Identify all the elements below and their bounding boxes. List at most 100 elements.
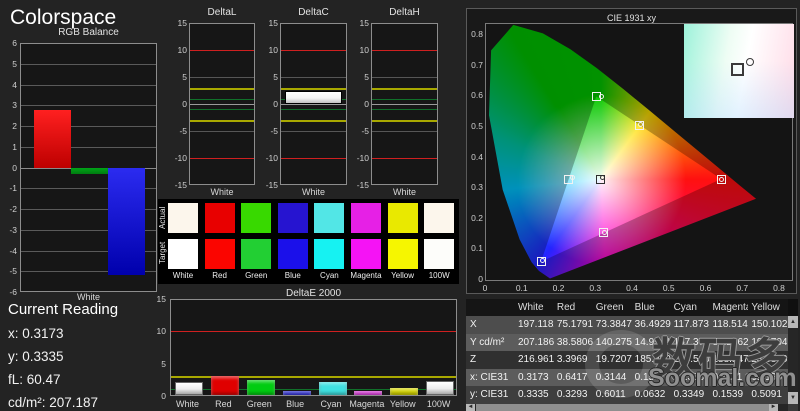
delta-x-label: White bbox=[301, 187, 325, 197]
cie-x-tick: 0.3 bbox=[589, 283, 602, 293]
deltae-bar-cyan bbox=[318, 382, 347, 395]
cie-y-tick: 0.5 bbox=[471, 121, 483, 131]
deltae-x-label: 100W bbox=[426, 399, 451, 409]
table-cell-cyan: 0.3349 bbox=[673, 389, 705, 401]
colorspace-screen: Colorspace RGB Balance White Current Rea… bbox=[0, 0, 800, 411]
table-header-cyan: Cyan bbox=[673, 302, 697, 313]
inset-target-square-marker bbox=[731, 63, 744, 76]
table-cell-magenta: 0.1539 bbox=[712, 389, 744, 401]
rgb-y-tick: 5 bbox=[12, 58, 17, 69]
cie-x-tick: 0.4 bbox=[626, 283, 638, 293]
table-header-green: Green bbox=[595, 302, 624, 313]
rgb-balance-chart bbox=[20, 43, 157, 292]
table-vertical-scrollbar[interactable] bbox=[788, 316, 798, 404]
delta-y-tick: 0 bbox=[364, 99, 369, 109]
rgb-y-tick: -3 bbox=[9, 224, 17, 235]
delta-chart-title-deltah: DeltaH bbox=[389, 7, 420, 18]
cie-y-tick: 0.4 bbox=[471, 151, 483, 162]
table-cell-blue: 14.9541 bbox=[634, 336, 671, 348]
deltae-y-tick: 10 bbox=[156, 326, 166, 337]
deltae-bar-red bbox=[210, 375, 239, 395]
current-reading-heading: Current Reading bbox=[8, 301, 119, 318]
table-cell-white: 0.3335 bbox=[518, 389, 549, 401]
rgb-bar-blue bbox=[108, 167, 145, 276]
delta-limit-line bbox=[190, 131, 254, 132]
table-cell-blue: 36.4929 bbox=[634, 319, 671, 330]
table-cell-green: 140.2754 bbox=[595, 336, 632, 348]
swatch-column-label: Magenta bbox=[350, 271, 382, 280]
delta-x-label: White bbox=[392, 187, 416, 197]
table-header-corner bbox=[466, 299, 515, 316]
table-cell-cyan: 0.2355 bbox=[673, 371, 705, 383]
table-cell-white: 0.3173 bbox=[518, 371, 549, 383]
table-cell-magenta: 0.3211 bbox=[712, 371, 743, 383]
deltae-bar-green bbox=[246, 380, 275, 395]
swatch-column-label: Blue bbox=[284, 271, 301, 280]
table-cell-yellow: 0.4195 bbox=[751, 371, 782, 383]
deltae-x-label: Red bbox=[215, 399, 232, 409]
delta-x-label: White bbox=[210, 187, 234, 197]
table-header-white: White bbox=[518, 302, 544, 313]
scroll-right-button[interactable]: ► bbox=[769, 404, 778, 411]
table-header-row: White Red Green Blue Cyan Magenta Yellow bbox=[466, 299, 788, 316]
inset-measured-circle-marker bbox=[746, 58, 754, 66]
delta-limit-line bbox=[281, 109, 346, 111]
deltae-bar-white bbox=[175, 382, 203, 395]
deltae-chart bbox=[170, 299, 457, 396]
current-reading-line: x: 0.3173 bbox=[8, 326, 64, 341]
delta-limit-line bbox=[190, 77, 254, 78]
delta-limit-line bbox=[281, 77, 346, 78]
delta-limit-line bbox=[281, 104, 346, 105]
horizontal-scroll-thumb[interactable] bbox=[476, 404, 769, 411]
swatch-actual-blue bbox=[277, 203, 308, 233]
table-row-x: X 197.118275.179173.384736.4929117.873711… bbox=[466, 316, 788, 334]
table-cell-magenta: 188.1472 bbox=[712, 354, 749, 366]
table-cell-white: 197.1182 bbox=[518, 319, 554, 330]
delta-limit-line bbox=[190, 109, 254, 111]
cie-x-tick: 0.2 bbox=[552, 283, 565, 293]
delta-limit-line bbox=[372, 131, 437, 132]
scroll-up-button[interactable]: ▲ bbox=[788, 316, 798, 328]
rgb-gridline bbox=[21, 105, 156, 107]
rgb-gridline bbox=[21, 63, 156, 65]
scroll-down-button[interactable]: ▼ bbox=[788, 392, 798, 404]
table-row-y cd/m²: Y cd/m² 207.186938.5806140.275414.9541167… bbox=[466, 333, 788, 352]
table-cell-green: 0.6011 bbox=[595, 389, 626, 401]
cie-y-tick: 0.8 bbox=[471, 29, 483, 40]
table-cell-red: 0.3293 bbox=[556, 389, 588, 401]
table-cell-cyan: 167.3793 bbox=[673, 336, 710, 348]
delta-limit-line bbox=[190, 120, 254, 123]
table-cell-blue: 185.2903 bbox=[634, 354, 671, 366]
deltae-x-label: White bbox=[175, 399, 199, 409]
delta-limit-line bbox=[281, 87, 346, 90]
rgb-y-tick: 0 bbox=[12, 162, 17, 173]
delta-y-tick: 0 bbox=[273, 99, 278, 109]
delta-y-tick: -5 bbox=[179, 126, 187, 136]
table-row-label: Y cd/m² bbox=[470, 336, 505, 348]
table-row-y: y: CIE31 0.3335 0.3293 0.6011 0.0632 0.3349 0.… bbox=[466, 386, 788, 404]
delta-chart-deltac bbox=[280, 23, 347, 185]
table-cell-green: 0.3144 bbox=[595, 371, 627, 383]
rgb-y-tick: -2 bbox=[9, 204, 17, 214]
deltae-y-tick: 0 bbox=[161, 391, 166, 401]
table-header-red: Red bbox=[556, 302, 576, 313]
delta-y-tick: 15 bbox=[359, 18, 369, 28]
table-header-blue: Blue bbox=[634, 302, 655, 313]
table-cell-cyan: 214.5903 bbox=[673, 354, 710, 366]
scroll-left-button[interactable]: ◄ bbox=[466, 404, 475, 411]
swatch-actual-yellow bbox=[387, 203, 418, 233]
table-cell-red: 38.5806 bbox=[556, 336, 593, 348]
swatch-column-label: Yellow bbox=[391, 271, 415, 280]
rgb-y-tick: -6 bbox=[9, 287, 17, 297]
table-cell-yellow: 150.102 bbox=[751, 319, 788, 330]
cie-y-tick: 0.2 bbox=[471, 212, 483, 223]
cie-y-tick: 0.3 bbox=[471, 182, 483, 193]
table-row-label: x: CIE31 bbox=[470, 371, 509, 383]
cie-y-tick: 0.1 bbox=[471, 243, 483, 254]
delta-limit-line bbox=[190, 87, 254, 90]
table-cell-magenta: 118.5144 bbox=[712, 319, 748, 330]
table-cell-blue: 0.0632 bbox=[634, 389, 666, 401]
deltae-bar-magenta bbox=[354, 390, 383, 395]
delta-limit-line bbox=[281, 50, 346, 51]
cie-x-tick: 0.6 bbox=[699, 283, 712, 293]
